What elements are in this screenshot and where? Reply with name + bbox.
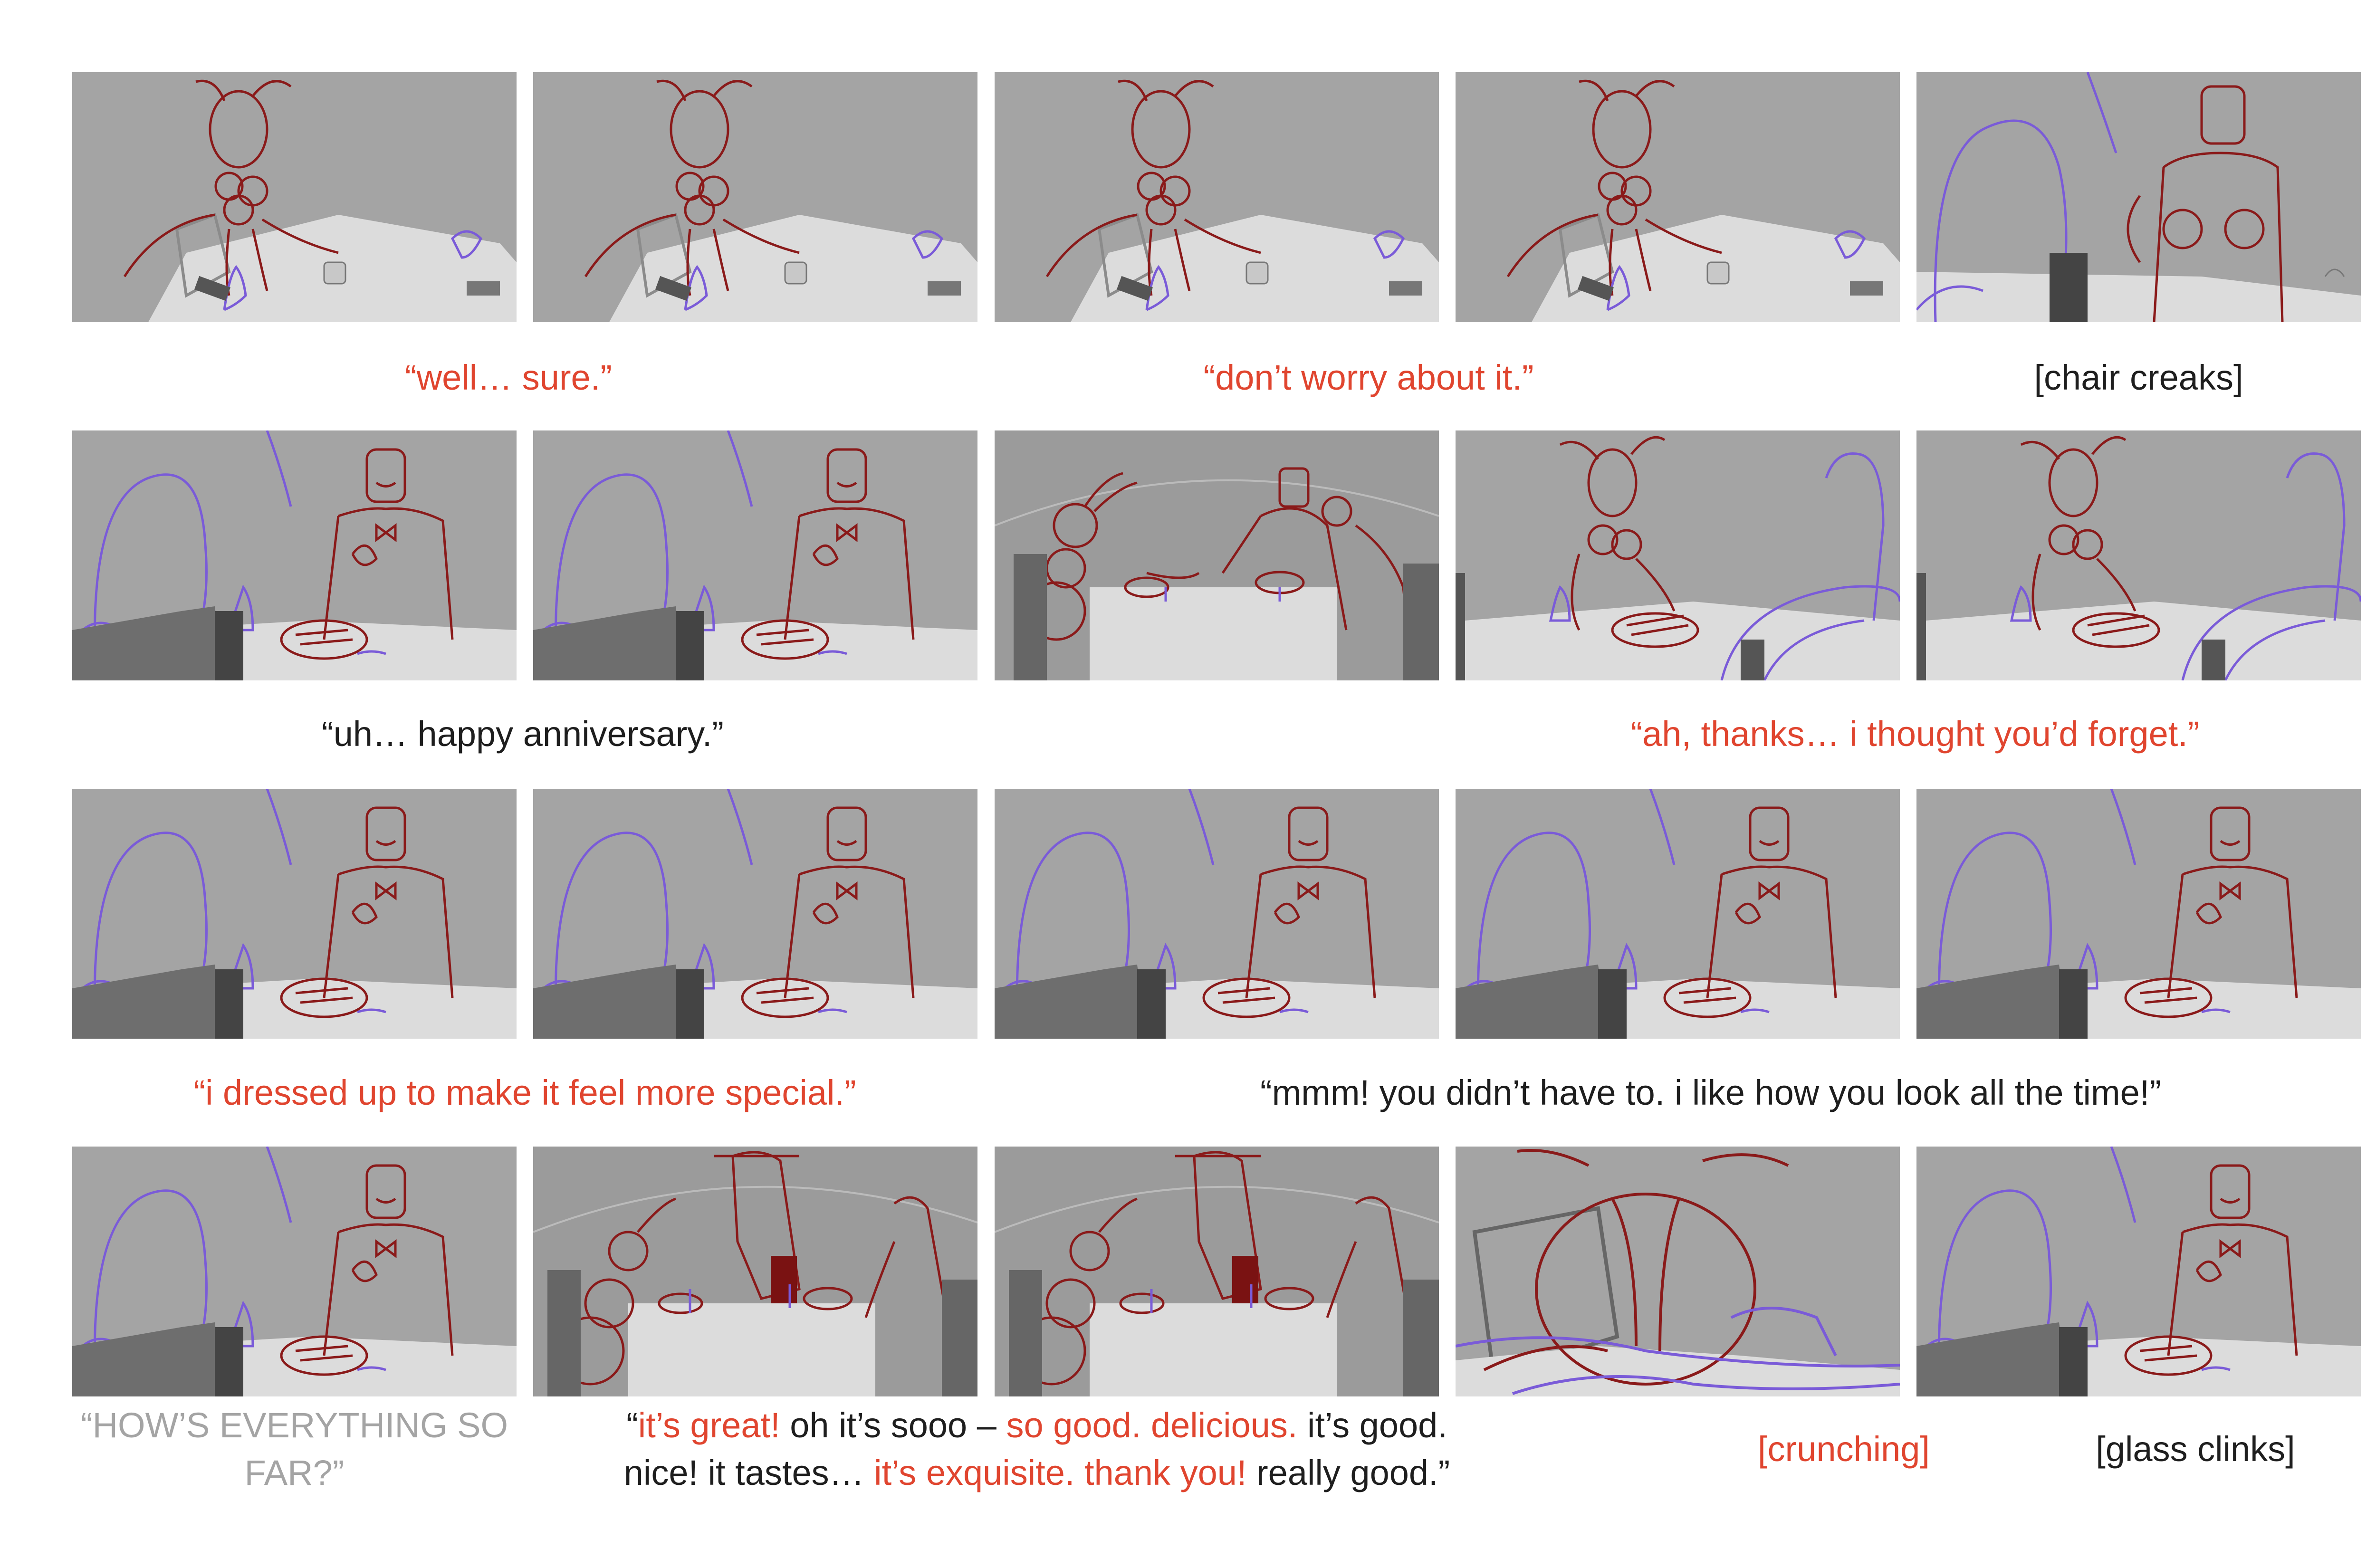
storyboard-panel: [533, 72, 977, 322]
storyboard-panel: [1456, 72, 1900, 322]
caption-line: “it’s great! oh it’s sooo – so good. del…: [533, 1402, 1541, 1449]
dialogue-caption: “well… sure.”: [405, 358, 612, 397]
storyboard-panel: [1456, 430, 1900, 680]
storyboard-panel: [72, 789, 517, 1039]
caption-line: “HOW’S EVERYTHING SO: [80, 1405, 508, 1445]
dialogue-caption: “ah, thanks… i thought you’d forget.”: [1630, 714, 2200, 754]
storyboard-panel: [1916, 430, 2361, 680]
dialogue-caption: “don’t worry about it.”: [1203, 358, 1534, 397]
storyboard-panel: [533, 430, 977, 680]
waiter-caption: “HOW’S EVERYTHING SO FAR?”: [72, 1402, 517, 1497]
sound-caption: [chair creaks]: [2034, 358, 2243, 397]
caption-line: FAR?”: [244, 1453, 345, 1492]
storyboard-panel: [533, 1147, 977, 1396]
storyboard-panel: [72, 1147, 517, 1396]
storyboard-panel: [995, 1147, 1439, 1396]
caption-line: nice! it tastes… it’s exquisite. thank y…: [533, 1449, 1541, 1497]
caption-segment: it’s great!: [638, 1405, 780, 1445]
dialogue-caption: “i dressed up to make it feel more speci…: [193, 1073, 856, 1112]
storyboard-panel: [995, 72, 1439, 322]
storyboard-panel: [995, 430, 1439, 680]
storyboard-panel: [1916, 72, 2361, 322]
storyboard-panel: [1456, 789, 1900, 1039]
caption-segment: it’s good.: [1297, 1405, 1447, 1445]
storyboard-panel: [72, 430, 517, 680]
storyboard-panel: [1916, 789, 2361, 1039]
storyboard-panel: [995, 789, 1439, 1039]
storyboard-panel: [1916, 1147, 2361, 1396]
storyboard-panel: [533, 789, 977, 1039]
dialogue-caption: “mmm! you didn’t have to. i like how you…: [1260, 1073, 2161, 1112]
caption-segment: so good. delicious.: [1006, 1405, 1298, 1445]
caption-segment: really good.”: [1246, 1453, 1450, 1492]
dialogue-caption: “it’s great! oh it’s sooo – so good. del…: [533, 1402, 1541, 1497]
caption-segment: nice! it tastes…: [623, 1453, 874, 1492]
caption-segment: oh it’s sooo –: [780, 1405, 1006, 1445]
caption-segment: it’s exquisite. thank you!: [874, 1453, 1247, 1492]
sound-caption: [glass clinks]: [2096, 1429, 2295, 1469]
storyboard-panel: [72, 72, 517, 322]
caption-segment: “: [626, 1405, 638, 1445]
storyboard-panel: [1456, 1147, 1900, 1396]
sound-caption: [crunching]: [1758, 1429, 1930, 1469]
dialogue-caption: “uh… happy anniversary.”: [322, 714, 724, 754]
